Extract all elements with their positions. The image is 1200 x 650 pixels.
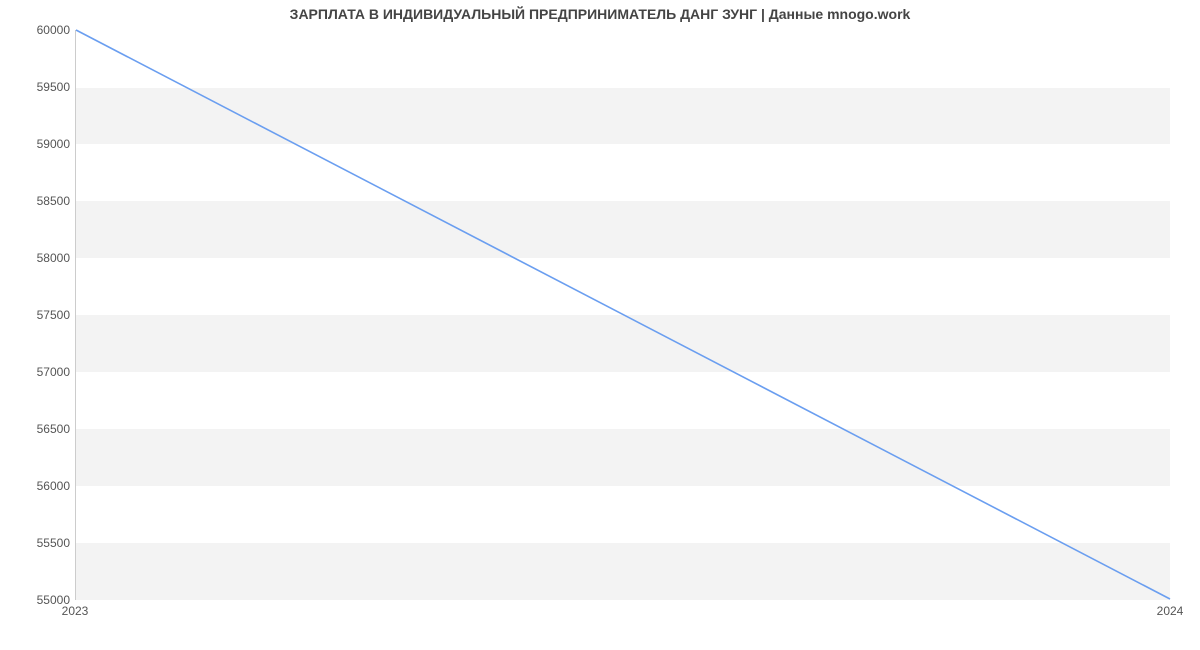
- y-axis-tick: 60000: [20, 23, 70, 37]
- line-series: [76, 30, 1170, 599]
- y-axis-tick: 58500: [20, 194, 70, 208]
- y-axis-tick: 56000: [20, 479, 70, 493]
- x-axis-tick: 2024: [1157, 604, 1184, 618]
- y-axis-tick: 55500: [20, 536, 70, 550]
- y-axis-tick: 58000: [20, 251, 70, 265]
- chart-title: ЗАРПЛАТА В ИНДИВИДУАЛЬНЫЙ ПРЕДПРИНИМАТЕЛ…: [0, 6, 1200, 22]
- y-axis-tick: 59500: [20, 80, 70, 94]
- chart-container: ЗАРПЛАТА В ИНДИВИДУАЛЬНЫЙ ПРЕДПРИНИМАТЕЛ…: [0, 0, 1200, 650]
- data-line: [76, 30, 1170, 599]
- y-axis-tick: 56500: [20, 422, 70, 436]
- y-axis-tick: 57000: [20, 365, 70, 379]
- x-axis-tick: 2023: [62, 604, 89, 618]
- y-axis-tick: 59000: [20, 137, 70, 151]
- grid-line: [76, 600, 1170, 601]
- plot-area: [75, 30, 1170, 600]
- y-axis-tick: 57500: [20, 308, 70, 322]
